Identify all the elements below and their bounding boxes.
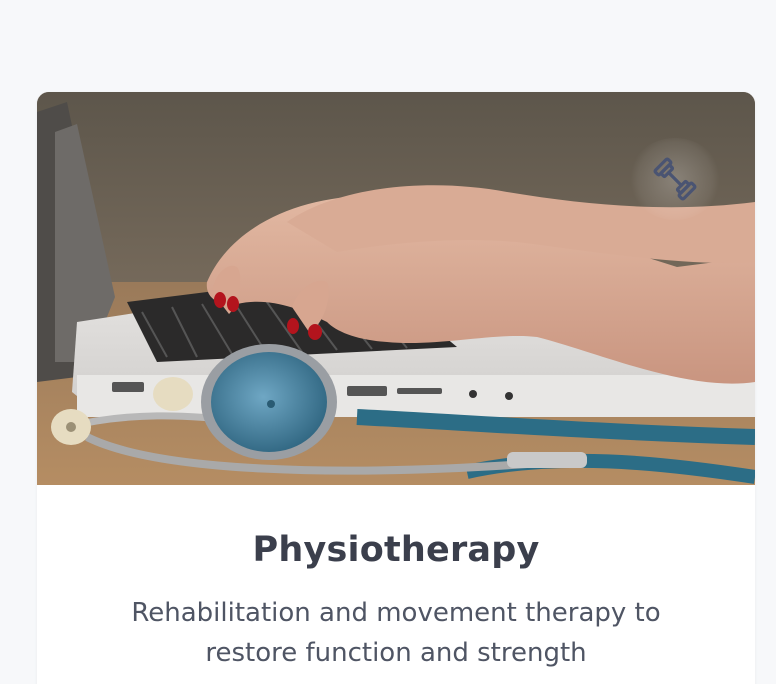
card-description: Rehabilitation and movement therapy to r… — [131, 598, 661, 668]
card-image — [37, 92, 755, 485]
card-body: Physiotherapy Rehabilitation and movemen… — [37, 485, 755, 673]
icon-badge — [629, 138, 721, 220]
dumbbell-icon — [653, 157, 697, 201]
service-card-physiotherapy[interactable]: Physiotherapy Rehabilitation and movemen… — [37, 92, 755, 684]
page: Physiotherapy Rehabilitation and movemen… — [0, 0, 776, 684]
card-title: Physiotherapy — [252, 530, 540, 570]
